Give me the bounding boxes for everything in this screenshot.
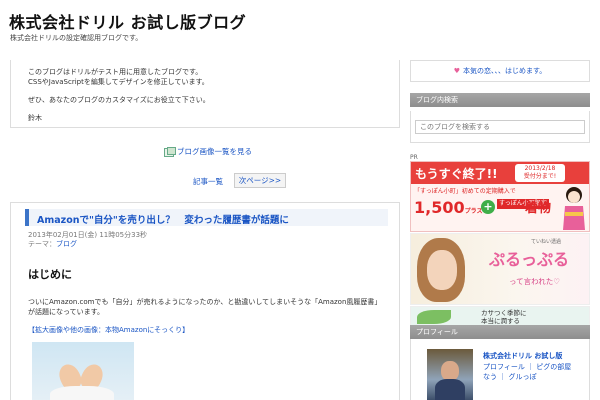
intro-line: このブログはドリルがテスト用に用意したブログです。 [28, 68, 203, 76]
notice-label: 本気の恋、、、はじめます。 [462, 67, 547, 75]
post-theme: テーマ：ブログ [28, 239, 77, 249]
enlarge-image-link[interactable]: 【拡大画像や他の画像：本物Amazonにそっくり】 [28, 325, 189, 335]
ad1-header: もうすぐ終了!! 2013/2/18 受付分まで! [411, 162, 589, 184]
ad1-kimono: 着物 [525, 201, 552, 216]
post-body-line: ついにAmazon.comでも「自分」が売れるようになったのか、と勘違いしてしま… [28, 298, 382, 306]
ad1-price: 1,500プラス [414, 198, 483, 217]
site-title[interactable]: 株式会社ドリル お試し版ブログ [9, 9, 246, 33]
ad-banner-moisture[interactable]: カサつく季節に 本当に潤する [410, 306, 590, 326]
ad-banner-skincare[interactable]: ていねい透過 ぷるっぷる って言われた♡ [410, 233, 590, 305]
intro-box: このブログはドリルがテスト用に用意したブログです。 CSSやJavaScript… [10, 60, 400, 128]
notice-link[interactable]: ♥ 本気の恋、、、はじめます。 [410, 60, 590, 82]
pager: 記事一覧 次ページ>> [10, 173, 400, 189]
post-theme-link[interactable]: ブログ [56, 240, 77, 248]
search-box [410, 111, 590, 143]
post-body-line: が話題になっています。 [28, 308, 104, 316]
next-page-button[interactable]: 次ページ>> [234, 173, 286, 188]
kimono-doll-icon [563, 187, 585, 230]
ad2-small-text: ていねい透過 [531, 239, 562, 245]
heart-icon: ♥ [453, 67, 460, 75]
profile-face [441, 361, 459, 381]
search-heading: ブログ内検索 [410, 93, 590, 107]
intro-signature: 鈴木 [28, 114, 42, 122]
site-header: 株式会社ドリル お試し版ブログ 株式会社ドリルの設定確認用ブログです。 [0, 0, 600, 60]
site-description: 株式会社ドリルの設定確認用ブログです。 [10, 34, 143, 42]
post-title[interactable]: Amazonで"自分"を売り出し？ 変わった履歴書が話題に [37, 212, 289, 226]
ad1-subtitle: 「すっぽん小町」初めての定期購入で [414, 188, 516, 195]
profile-shirt [435, 379, 465, 400]
profile-heading: プロフィール [410, 325, 590, 339]
profile-name[interactable]: 株式会社ドリル お試し版 [483, 351, 562, 361]
sidebar: ♥本気の恋、、、はじめます。 ブログ内検索 PR もうすぐ終了!! 2013/2… [410, 60, 590, 400]
plus-icon: + [481, 200, 495, 214]
ad1-title: もうすぐ終了!! [415, 167, 498, 181]
ad1-date-line: 2013/2/18 [524, 165, 556, 172]
ad-banner-kimono[interactable]: もうすぐ終了!! 2013/2/18 受付分まで! 「すっぽん小町」初めての定期… [410, 161, 590, 232]
intro-line: CSSやJavaScriptを編集してデザインを修正しています。 [28, 78, 209, 86]
ad2-subtitle: って言われた♡ [509, 277, 560, 286]
profile-links-line1[interactable]: プロフィール ｜ ピグの部屋 [483, 362, 571, 372]
image-list-link-label: ブログ画像一覧を見る [177, 147, 252, 156]
ad1-date: 2013/2/18 受付分まで! [515, 164, 565, 182]
post-body: ついにAmazon.comでも「自分」が売れるようになったのか、と勘違いしてしま… [28, 297, 381, 317]
profile-links-line2[interactable]: なう ｜ グルっぽ [483, 372, 571, 382]
profile-links: プロフィール ｜ ピグの部屋 なう ｜ グルっぽ [483, 362, 571, 382]
model-face [427, 250, 457, 290]
post-heading: はじめに [28, 268, 72, 281]
image-list-link[interactable]: ブログ画像一覧を見る [164, 146, 252, 157]
main-content: このブログはドリルがテスト用に用意したブログです。 CSSやJavaScript… [10, 60, 400, 400]
ad1-date-line: 受付分まで! [523, 173, 557, 180]
intro-line: ぜひ、あなたのブログのカスタマイズにお役立て下さい。 [28, 96, 210, 104]
ad3-text: カサつく季節に 本当に潤する [481, 309, 527, 325]
post-title-box: Amazonで"自分"を売り出し？ 変わった履歴書が話題に [25, 209, 388, 226]
article-list-link[interactable]: 記事一覧 [193, 176, 223, 187]
image-gallery-icon [164, 147, 176, 157]
ad2-title: ぷるっぷる [489, 250, 570, 269]
post-photo[interactable] [32, 342, 134, 400]
shirt [50, 386, 114, 400]
post-theme-label: テーマ： [28, 240, 56, 248]
profile-box: 株式会社ドリル お試し版 プロフィール ｜ ピグの部屋 なう ｜ グルっぽ [410, 339, 590, 400]
blog-post: Amazonで"自分"を売り出し？ 変わった履歴書が話題に 2013年02月01… [10, 202, 400, 400]
search-input[interactable] [415, 120, 585, 134]
pr-label: PR [410, 154, 418, 161]
profile-photo[interactable] [427, 349, 473, 400]
leaf-icon [417, 310, 451, 324]
